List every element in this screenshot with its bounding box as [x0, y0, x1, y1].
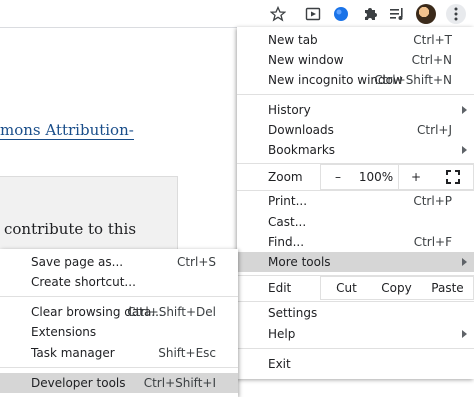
menu-item-settings[interactable]: Settings	[237, 303, 474, 323]
playlist-icon[interactable]	[387, 4, 407, 24]
menu-item-downloads[interactable]: Downloads Ctrl+J	[237, 120, 474, 140]
submenu-arrow-icon	[462, 258, 467, 266]
menu-item-label: History	[268, 103, 311, 117]
submenu-item-shortcut: Shift+Esc	[158, 346, 216, 360]
star-icon[interactable]	[268, 4, 288, 24]
zoom-label: Zoom	[268, 170, 303, 184]
menu-item-label: Bookmarks	[268, 143, 336, 157]
menu-item-label: New window	[268, 53, 344, 67]
more-tools-submenu: Save page as... Ctrl+S Create shortcut..…	[0, 249, 238, 397]
menu-item-shortcut: Ctrl+P	[413, 194, 452, 208]
menu-item-label: More tools	[268, 255, 331, 269]
submenu-item-label: Create shortcut...	[31, 275, 136, 289]
zoom-out-button[interactable]: –	[320, 164, 356, 190]
copy-button[interactable]: Copy	[371, 276, 423, 300]
page-content-box	[0, 176, 178, 258]
menu-item-label: New tab	[268, 33, 318, 47]
submenu-item-developer-tools[interactable]: Developer tools Ctrl+Shift+I	[0, 373, 238, 393]
edit-row: Edit Cut Copy Paste	[237, 276, 474, 300]
menu-item-label: Find...	[268, 235, 305, 249]
menu-item-label: Settings	[268, 306, 318, 320]
kebab-menu-icon[interactable]	[446, 4, 466, 24]
menu-item-new-window[interactable]: New window Ctrl+N	[237, 50, 474, 70]
menu-item-label: Cast...	[268, 215, 307, 229]
fullscreen-button[interactable]	[432, 164, 474, 190]
submenu-separator	[0, 367, 238, 368]
menu-item-label: Exit	[268, 357, 291, 371]
cut-button[interactable]: Cut	[320, 276, 373, 300]
menu-item-help[interactable]: Help	[237, 324, 474, 344]
menu-item-new-tab[interactable]: New tab Ctrl+T	[237, 30, 474, 50]
menu-item-cast[interactable]: Cast...	[237, 212, 474, 232]
browser-toolbar	[0, 0, 474, 28]
submenu-arrow-icon	[462, 146, 467, 154]
zoom-in-button[interactable]: +	[398, 164, 434, 190]
menu-separator	[237, 94, 474, 95]
submenu-item-label: Extensions	[31, 325, 97, 339]
submenu-item-shortcut: Ctrl+Shift+I	[143, 376, 216, 390]
submenu-item-clear-browsing[interactable]: Clear browsing data... Ctrl+Shift+Del	[0, 302, 238, 322]
chrome-main-menu: New tab Ctrl+T New window Ctrl+N New inc…	[237, 27, 474, 379]
menu-item-new-incognito[interactable]: New incognito window Ctrl+Shift+N	[237, 70, 474, 90]
submenu-item-shortcut: Ctrl+S	[176, 255, 216, 269]
zoom-row: Zoom – 100% +	[237, 164, 474, 190]
menu-item-print[interactable]: Print... Ctrl+P	[237, 191, 474, 211]
submenu-item-shortcut: Ctrl+Shift+Del	[127, 305, 216, 319]
menu-item-shortcut: Ctrl+F	[413, 235, 452, 249]
menu-item-label: Downloads	[268, 123, 334, 137]
menu-item-bookmarks[interactable]: Bookmarks	[237, 140, 474, 160]
submenu-arrow-icon	[462, 330, 467, 338]
page-link-text[interactable]: mons Attribution-	[0, 121, 134, 140]
menu-item-shortcut: Ctrl+J	[417, 123, 452, 137]
menu-item-shortcut: Ctrl+T	[413, 33, 452, 47]
submenu-item-task-manager[interactable]: Task manager Shift+Esc	[0, 343, 238, 363]
submenu-item-label: Developer tools	[31, 376, 126, 390]
puzzle-icon[interactable]	[360, 4, 380, 24]
menu-item-find[interactable]: Find... Ctrl+F	[237, 232, 474, 252]
media-icon[interactable]	[303, 4, 323, 24]
fullscreen-icon	[445, 170, 460, 184]
menu-separator	[237, 348, 474, 349]
menu-item-more-tools[interactable]: More tools	[237, 252, 474, 272]
submenu-arrow-icon	[462, 106, 467, 114]
edit-label: Edit	[268, 281, 292, 295]
submenu-item-extensions[interactable]: Extensions	[0, 322, 238, 342]
menu-separator	[237, 301, 474, 302]
submenu-item-save-page[interactable]: Save page as... Ctrl+S	[0, 252, 238, 272]
menu-item-history[interactable]: History	[237, 100, 474, 120]
paste-button[interactable]: Paste	[422, 276, 474, 300]
submenu-item-label: Task manager	[31, 346, 115, 360]
profile-avatar[interactable]	[416, 4, 436, 24]
menu-item-label: Print...	[268, 194, 308, 208]
page-body-text: contribute to this	[4, 220, 137, 238]
menu-item-shortcut: Ctrl+N	[411, 53, 452, 67]
menu-item-exit[interactable]: Exit	[237, 354, 474, 374]
submenu-separator	[0, 296, 238, 297]
submenu-item-label: Save page as...	[31, 255, 124, 269]
menu-item-label: Help	[268, 327, 296, 341]
submenu-item-create-shortcut[interactable]: Create shortcut...	[0, 272, 238, 292]
zoom-value: 100%	[354, 164, 398, 190]
extension-blue-icon[interactable]	[331, 4, 351, 24]
menu-item-shortcut: Ctrl+Shift+N	[374, 73, 452, 87]
